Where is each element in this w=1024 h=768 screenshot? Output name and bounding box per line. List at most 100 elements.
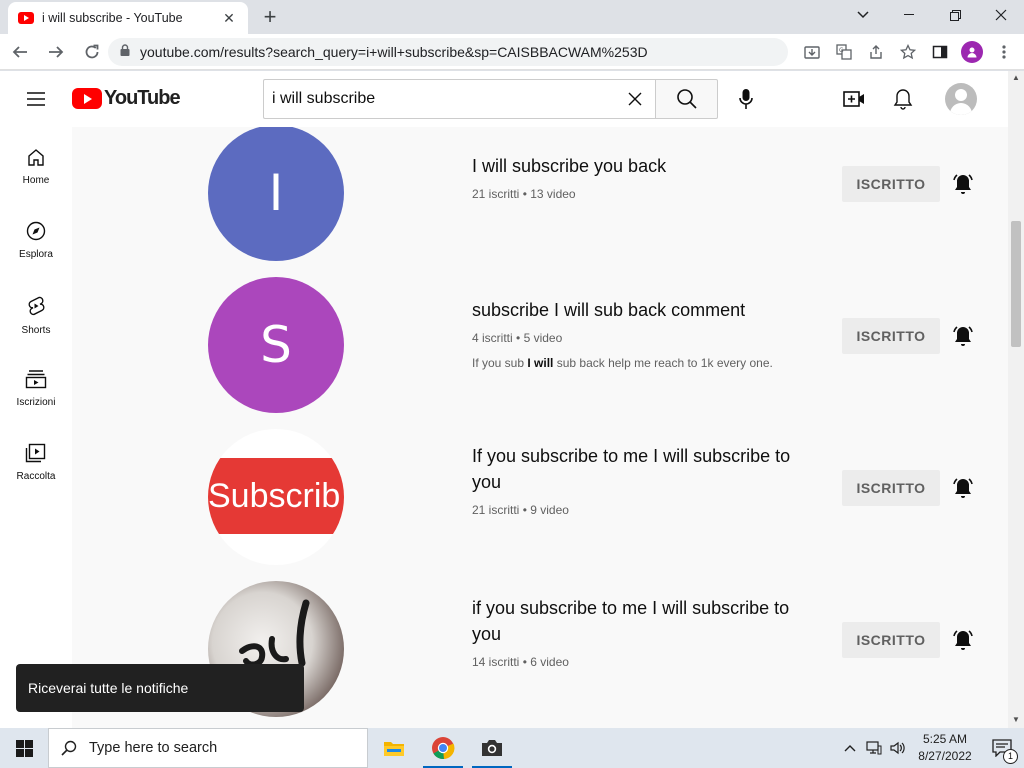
voice-search-mic-icon[interactable] <box>730 83 762 115</box>
guide-item-subscriptions[interactable]: Iscrizioni <box>0 349 72 423</box>
bookmark-star-icon[interactable] <box>896 40 920 64</box>
forward-button[interactable] <box>40 36 72 68</box>
back-button[interactable] <box>4 36 36 68</box>
channel-result[interactable]: S subscribe I will sub back comment 4 is… <box>72 273 1008 425</box>
guide-label: Raccolta <box>16 471 56 482</box>
search-results: I I will subscribe you back 21 iscritti … <box>72 127 1008 728</box>
channel-title[interactable]: if you subscribe to me I will subscribe … <box>472 595 812 647</box>
minimize-button[interactable] <box>886 0 932 30</box>
guide-label: Iscrizioni <box>16 397 56 408</box>
notification-count-badge: 1 <box>1003 749 1018 764</box>
reload-button[interactable] <box>76 36 108 68</box>
mini-guide-sidebar: Home Esplora Shorts Iscrizioni Raccolta <box>0 127 72 728</box>
channel-info: if you subscribe to me I will subscribe … <box>472 595 812 669</box>
channel-meta: 14 iscritti • 6 video <box>472 655 812 669</box>
subscriber-count: 14 iscritti <box>472 655 520 669</box>
volume-icon[interactable] <box>886 741 910 755</box>
compass-icon <box>26 221 46 241</box>
youtube-logo[interactable]: YouTube <box>72 87 181 110</box>
guide-item-shorts[interactable]: Shorts <box>0 275 72 349</box>
account-avatar[interactable] <box>945 83 977 115</box>
scroll-down-arrow-icon[interactable]: ▼ <box>1011 715 1021 725</box>
channel-result[interactable]: I I will subscribe you back 21 iscritti … <box>72 127 1008 273</box>
subscribed-button[interactable]: ISCRITTO <box>842 318 940 354</box>
clock-date: 8/27/2022 <box>918 749 972 763</box>
browser-tab-strip: i will subscribe - YouTube ✕ + <box>0 0 1024 34</box>
chrome-taskbar-icon[interactable] <box>419 728 467 768</box>
notification-bell-filled-icon[interactable] <box>951 172 975 196</box>
channel-avatar[interactable]: I <box>208 127 344 261</box>
meta-separator: • <box>516 331 521 345</box>
guide-item-home[interactable]: Home <box>0 127 72 201</box>
action-center-icon[interactable]: 1 <box>980 739 1024 764</box>
notification-bell-filled-icon[interactable] <box>951 476 975 500</box>
page-scrollbar[interactable]: ▲ ▼ <box>1008 71 1024 728</box>
notification-bell-filled-icon[interactable] <box>951 324 975 348</box>
taskbar-search-box[interactable]: Type here to search <box>48 728 368 768</box>
notification-toast: Riceverai tutte le notifiche <box>16 664 304 712</box>
channel-avatar-letter: S <box>260 316 292 374</box>
channel-title[interactable]: subscribe I will sub back comment <box>472 297 812 323</box>
file-explorer-icon[interactable] <box>370 728 418 768</box>
channel-info: subscribe I will sub back comment 4 iscr… <box>472 297 812 370</box>
create-video-icon[interactable] <box>838 83 870 115</box>
subscriber-count: 21 iscritti <box>472 187 520 201</box>
subscribed-button[interactable]: ISCRITTO <box>842 622 940 658</box>
kebab-menu-icon[interactable] <box>992 40 1016 64</box>
network-icon[interactable] <box>862 741 886 755</box>
clear-search-icon[interactable] <box>615 80 655 118</box>
video-count: 6 video <box>530 655 569 669</box>
profile-avatar-icon[interactable] <box>960 40 984 64</box>
show-hidden-icons-chevron-icon[interactable] <box>838 744 862 752</box>
channel-avatar[interactable]: Subscrib <box>208 429 344 565</box>
lock-icon[interactable] <box>120 43 130 61</box>
description-highlight: I will <box>527 356 554 370</box>
menu-hamburger-icon[interactable] <box>24 87 48 111</box>
svg-text:G: G <box>839 47 844 54</box>
channel-info: If you subscribe to me I will subscribe … <box>472 443 812 517</box>
scroll-up-arrow-icon[interactable]: ▲ <box>1011 73 1021 83</box>
translate-icon[interactable]: G <box>832 40 856 64</box>
guide-label: Shorts <box>21 325 51 336</box>
search-input[interactable]: i will subscribe <box>272 90 615 108</box>
tab-close-icon[interactable]: ✕ <box>220 10 238 27</box>
subscriber-count: 21 iscritti <box>472 503 520 517</box>
new-tab-button[interactable]: + <box>258 5 282 29</box>
channel-result[interactable]: Subscrib If you subscribe to me I will s… <box>72 425 1008 577</box>
camera-app-icon[interactable] <box>468 728 516 768</box>
channel-meta: 4 iscritti • 5 video <box>472 331 812 345</box>
shorts-icon <box>28 296 45 316</box>
close-window-button[interactable] <box>978 0 1024 30</box>
subscribed-button[interactable]: ISCRITTO <box>842 166 940 202</box>
browser-toolbar: youtube.com/results?search_query=i+will+… <box>0 34 1024 70</box>
tab-title: i will subscribe - YouTube <box>42 11 183 25</box>
video-count: 13 video <box>530 187 576 201</box>
search-box[interactable]: i will subscribe <box>263 79 655 119</box>
notification-bell-filled-icon[interactable] <box>951 628 975 652</box>
masthead: YouTube i will subscribe <box>0 71 1008 127</box>
side-panel-icon[interactable] <box>928 40 952 64</box>
taskbar-clock[interactable]: 5:25 AM 8/27/2022 <box>910 731 980 765</box>
channel-title[interactable]: I will subscribe you back <box>472 153 812 179</box>
guide-item-explore[interactable]: Esplora <box>0 201 72 275</box>
meta-separator: • <box>522 187 527 201</box>
notifications-bell-icon[interactable] <box>887 83 919 115</box>
taskbar-search-icon <box>61 740 77 756</box>
browser-tab[interactable]: i will subscribe - YouTube ✕ <box>8 2 248 34</box>
subscribe-banner: Subscrib <box>208 458 344 534</box>
channel-avatar[interactable]: S <box>208 277 344 413</box>
subscribed-button[interactable]: ISCRITTO <box>842 470 940 506</box>
address-bar[interactable]: youtube.com/results?search_query=i+will+… <box>108 38 788 66</box>
install-app-icon[interactable] <box>800 40 824 64</box>
share-icon[interactable] <box>864 40 888 64</box>
description-text: If you sub <box>472 356 528 370</box>
search-button[interactable] <box>655 79 718 119</box>
tab-search-chevron-icon[interactable] <box>840 0 886 30</box>
scrollbar-thumb[interactable] <box>1011 221 1021 347</box>
youtube-favicon-icon <box>18 12 34 24</box>
restore-button[interactable] <box>932 0 978 30</box>
windows-taskbar: Type here to search 5:25 AM 8/27/2022 1 <box>0 728 1024 768</box>
start-button[interactable] <box>0 728 48 768</box>
channel-title[interactable]: If you subscribe to me I will subscribe … <box>472 443 812 495</box>
guide-item-library[interactable]: Raccolta <box>0 423 72 497</box>
